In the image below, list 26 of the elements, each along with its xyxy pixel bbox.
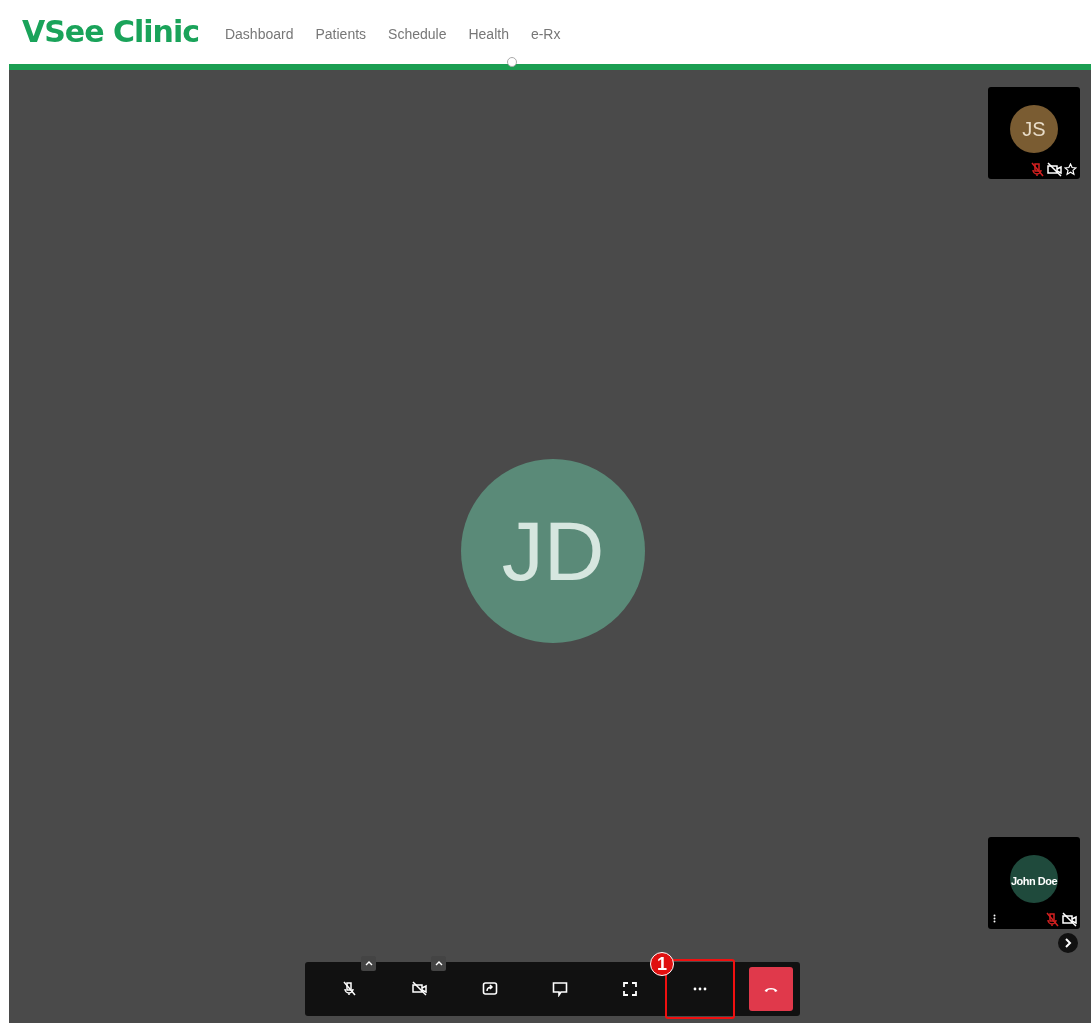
brand-logo: VSee Clinic: [22, 13, 199, 49]
nav-link[interactable]: Dashboard: [224, 26, 294, 42]
participant-name: John Doe: [1009, 875, 1059, 887]
chevron-right-icon: [1064, 938, 1072, 948]
more-vertical-icon[interactable]: [993, 914, 996, 923]
participant-avatar: JS: [1010, 105, 1058, 153]
camera-off-icon: [412, 981, 428, 997]
nav-link[interactable]: Schedule: [388, 26, 447, 42]
star-icon[interactable]: [1064, 163, 1077, 176]
nav-link[interactable]: e-Rx: [530, 26, 561, 42]
nav-link[interactable]: Health: [468, 26, 509, 42]
more-button[interactable]: [665, 959, 735, 1019]
mic-off-icon: [342, 981, 358, 997]
caret-up-icon: [434, 961, 443, 966]
chat-icon: [552, 981, 568, 997]
nav-link[interactable]: Patients: [315, 26, 367, 42]
caret-up-icon: [364, 961, 373, 966]
screen-share-icon: [482, 981, 498, 997]
step-marker: 1: [650, 952, 674, 976]
hang-up-icon: [764, 986, 778, 992]
caret-button[interactable]: [431, 956, 446, 971]
fullscreen-icon: [622, 981, 638, 997]
participant-avatar: JD: [461, 459, 645, 643]
next-button[interactable]: [1058, 933, 1078, 953]
handle-icon[interactable]: [507, 57, 517, 67]
caret-button[interactable]: [361, 956, 376, 971]
